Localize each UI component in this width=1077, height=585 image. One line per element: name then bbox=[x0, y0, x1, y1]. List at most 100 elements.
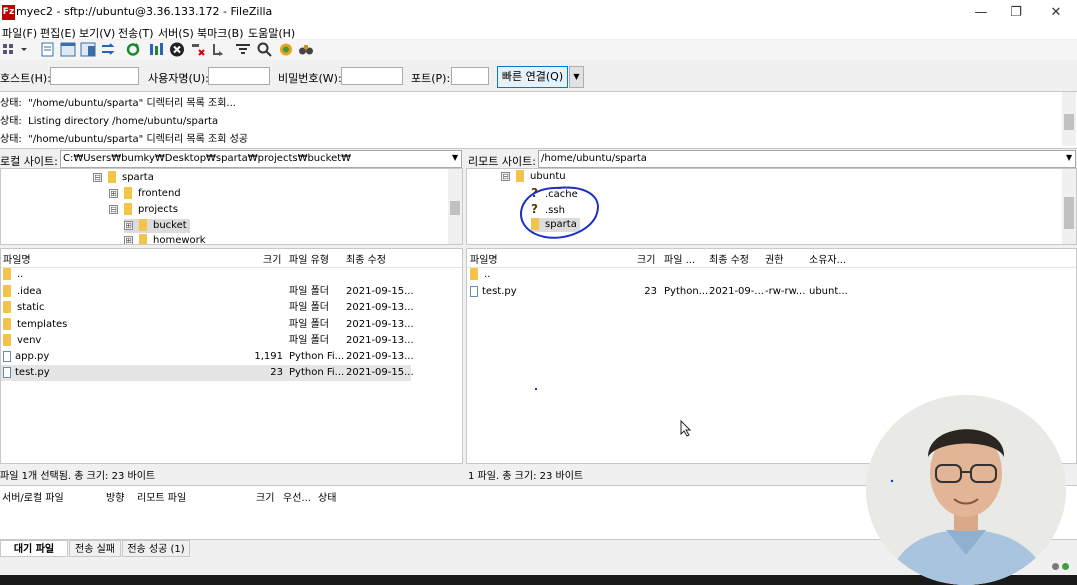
tab-successful-transfers[interactable]: 전송 성공 (1) bbox=[122, 540, 190, 557]
column-header-type[interactable]: 파일 유형 bbox=[289, 251, 329, 266]
queue-column-direction[interactable]: 방향 bbox=[106, 489, 124, 504]
file-name: test.py bbox=[482, 286, 517, 297]
collapse-icon[interactable]: ⊟ bbox=[109, 204, 118, 214]
menu-help[interactable]: 도움말(H) bbox=[248, 25, 295, 41]
column-header-permissions[interactable]: 권한 bbox=[765, 251, 783, 266]
expand-icon[interactable]: ⊞ bbox=[124, 220, 133, 230]
log-status-label: 상태: bbox=[0, 116, 22, 127]
username-label: 사용자명(U): bbox=[148, 72, 209, 85]
file-type: 파일 폴더 bbox=[289, 286, 329, 297]
file-type: 파일 폴더 bbox=[289, 302, 329, 313]
collapse-icon[interactable]: ⊟ bbox=[93, 172, 102, 182]
tree-node-projects[interactable]: ⊟ projects bbox=[109, 203, 178, 217]
table-row[interactable]: .idea 파일 폴더 2021-09-15... bbox=[1, 284, 414, 300]
username-input[interactable] bbox=[208, 67, 270, 85]
table-row-selected[interactable]: test.py 23 Python Fi... 2021-09-15... bbox=[1, 365, 414, 381]
password-input[interactable] bbox=[341, 67, 403, 85]
transfer-queue-toggle-icon[interactable] bbox=[100, 42, 116, 57]
remote-tree-toggle-icon[interactable] bbox=[80, 42, 96, 57]
site-manager-dropdown-icon[interactable] bbox=[19, 42, 29, 57]
remote-path-input[interactable]: /home/ubuntu/sparta bbox=[538, 150, 1076, 168]
table-row[interactable]: static 파일 폴더 2021-09-13... bbox=[1, 300, 414, 316]
column-header-filename[interactable]: 파일명 bbox=[470, 251, 498, 266]
message-log-toggle-icon[interactable] bbox=[40, 42, 56, 57]
directory-filter-icon[interactable] bbox=[235, 42, 251, 57]
column-header-owner[interactable]: 소유자... bbox=[809, 251, 846, 266]
quickconnect-bar: 호스트(H): 사용자명(U): 비밀번호(W): 포트(P): 빠른 연결(Q… bbox=[0, 62, 1077, 90]
cancel-operation-icon[interactable] bbox=[169, 42, 185, 57]
tree-node-bucket[interactable]: ⊞ bucket bbox=[124, 219, 190, 233]
local-tree-toggle-icon[interactable] bbox=[60, 42, 76, 57]
local-tree-scrollbar[interactable] bbox=[448, 169, 462, 244]
menu-bookmarks[interactable]: 북마크(B) bbox=[197, 25, 244, 41]
remote-tree-scrollbar[interactable] bbox=[1062, 169, 1076, 244]
remote-tree-scrollbar-thumb[interactable] bbox=[1064, 197, 1074, 229]
queue-column-priority[interactable]: 우선... bbox=[283, 489, 311, 504]
column-header-modified[interactable]: 최종 수정 bbox=[346, 251, 386, 266]
python-file-icon bbox=[3, 350, 11, 362]
log-text: Listing directory /home/ubuntu/sparta bbox=[28, 116, 219, 127]
folder-icon bbox=[3, 285, 11, 297]
column-header-type[interactable]: 파일 ... bbox=[664, 251, 695, 266]
file-name: templates bbox=[17, 319, 68, 330]
site-manager-icon[interactable] bbox=[2, 42, 18, 57]
tree-node-homework[interactable]: ⊞ homework bbox=[124, 234, 206, 244]
compare-directories-icon[interactable] bbox=[298, 42, 314, 57]
local-tree-scrollbar-thumb[interactable] bbox=[450, 201, 460, 215]
table-row[interactable]: app.py 1,191 Python Fi... 2021-09-13... bbox=[1, 349, 414, 365]
expand-icon[interactable]: ⊞ bbox=[124, 235, 133, 244]
quickconnect-history-dropdown[interactable]: ▼ bbox=[569, 66, 584, 88]
window-title: myec2 - sftp://ubuntu@3.36.133.172 - Fil… bbox=[16, 5, 273, 18]
host-input[interactable] bbox=[50, 67, 139, 85]
file-type: 파일 폴더 bbox=[289, 319, 329, 330]
table-row[interactable]: templates 파일 폴더 2021-09-13... bbox=[1, 317, 414, 333]
table-row[interactable]: test.py 23 Python... 2021-09-... -rw-rw... ub… bbox=[467, 284, 867, 300]
tree-node-sparta[interactable]: ⊟ sparta bbox=[93, 171, 154, 185]
tree-node-frontend[interactable]: ⊞ frontend bbox=[109, 187, 181, 201]
maximize-button[interactable]: ❐ bbox=[1006, 5, 1026, 21]
remote-site-bar: 리모트 사이트: /home/ubuntu/sparta ▼ bbox=[466, 150, 1077, 168]
menu-file[interactable]: 파일(F) bbox=[2, 25, 37, 41]
column-header-filename[interactable]: 파일명 bbox=[3, 251, 31, 266]
tab-failed-transfers[interactable]: 전송 실패 bbox=[69, 540, 121, 557]
tree-node-label: ubuntu bbox=[530, 171, 566, 182]
column-header-size[interactable]: 크기 bbox=[263, 251, 281, 266]
column-header-size[interactable]: 크기 bbox=[637, 251, 655, 266]
menu-view[interactable]: 보기(V) bbox=[79, 25, 115, 41]
local-path-dropdown-icon[interactable]: ▼ bbox=[452, 153, 458, 162]
process-queue-icon[interactable] bbox=[148, 42, 164, 57]
menu-edit[interactable]: 편집(E) bbox=[40, 25, 76, 41]
remote-path-dropdown-icon[interactable]: ▼ bbox=[1066, 153, 1072, 162]
table-row[interactable]: .. bbox=[467, 267, 867, 283]
collapse-icon[interactable]: ⊟ bbox=[501, 171, 510, 181]
tab-queued-files[interactable]: 대기 파일 bbox=[0, 540, 68, 557]
minimize-button[interactable]: — bbox=[971, 5, 991, 21]
disconnect-icon[interactable] bbox=[190, 42, 206, 57]
file-type: Python Fi... bbox=[289, 367, 345, 378]
reconnect-icon[interactable] bbox=[210, 42, 226, 57]
refresh-icon[interactable] bbox=[125, 42, 141, 57]
local-path-input[interactable]: C:₩Users₩bumky₩Desktop₩sparta₩projects₩b… bbox=[60, 150, 462, 168]
search-icon[interactable] bbox=[257, 42, 273, 57]
quickconnect-button[interactable]: 빠른 연결(Q) bbox=[497, 66, 568, 88]
table-row[interactable]: .. bbox=[1, 267, 411, 283]
menu-server[interactable]: 서버(S) bbox=[158, 25, 194, 41]
queue-column-server-local-file[interactable]: 서버/로컬 파일 bbox=[2, 489, 64, 504]
queue-column-remote-file[interactable]: 리모트 파일 bbox=[137, 489, 186, 504]
log-scrollbar-thumb[interactable] bbox=[1064, 114, 1074, 130]
port-input[interactable] bbox=[451, 67, 489, 85]
folder-icon bbox=[108, 171, 116, 183]
queue-column-size[interactable]: 크기 bbox=[256, 489, 274, 504]
message-log: 상태: "/home/ubuntu/sparta" 디렉터리 목록 조회... … bbox=[0, 91, 1077, 149]
sync-browsing-icon[interactable] bbox=[278, 42, 294, 57]
tree-node-ubuntu[interactable]: ⊟ ubuntu bbox=[501, 170, 566, 184]
expand-icon[interactable]: ⊞ bbox=[109, 188, 118, 198]
menu-transfer[interactable]: 전송(T) bbox=[118, 25, 154, 41]
queue-column-status[interactable]: 상태 bbox=[318, 489, 336, 504]
filezilla-icon: Fz bbox=[2, 5, 15, 20]
log-scrollbar[interactable] bbox=[1062, 92, 1076, 146]
menu-bar: 파일(F) 편집(E) 보기(V) 전송(T) 서버(S) 북마크(B) 도움말… bbox=[0, 25, 1077, 41]
table-row[interactable]: venv 파일 폴더 2021-09-13... bbox=[1, 333, 414, 349]
close-button[interactable]: ✕ bbox=[1046, 5, 1066, 21]
column-header-modified[interactable]: 최종 수정 bbox=[709, 251, 749, 266]
